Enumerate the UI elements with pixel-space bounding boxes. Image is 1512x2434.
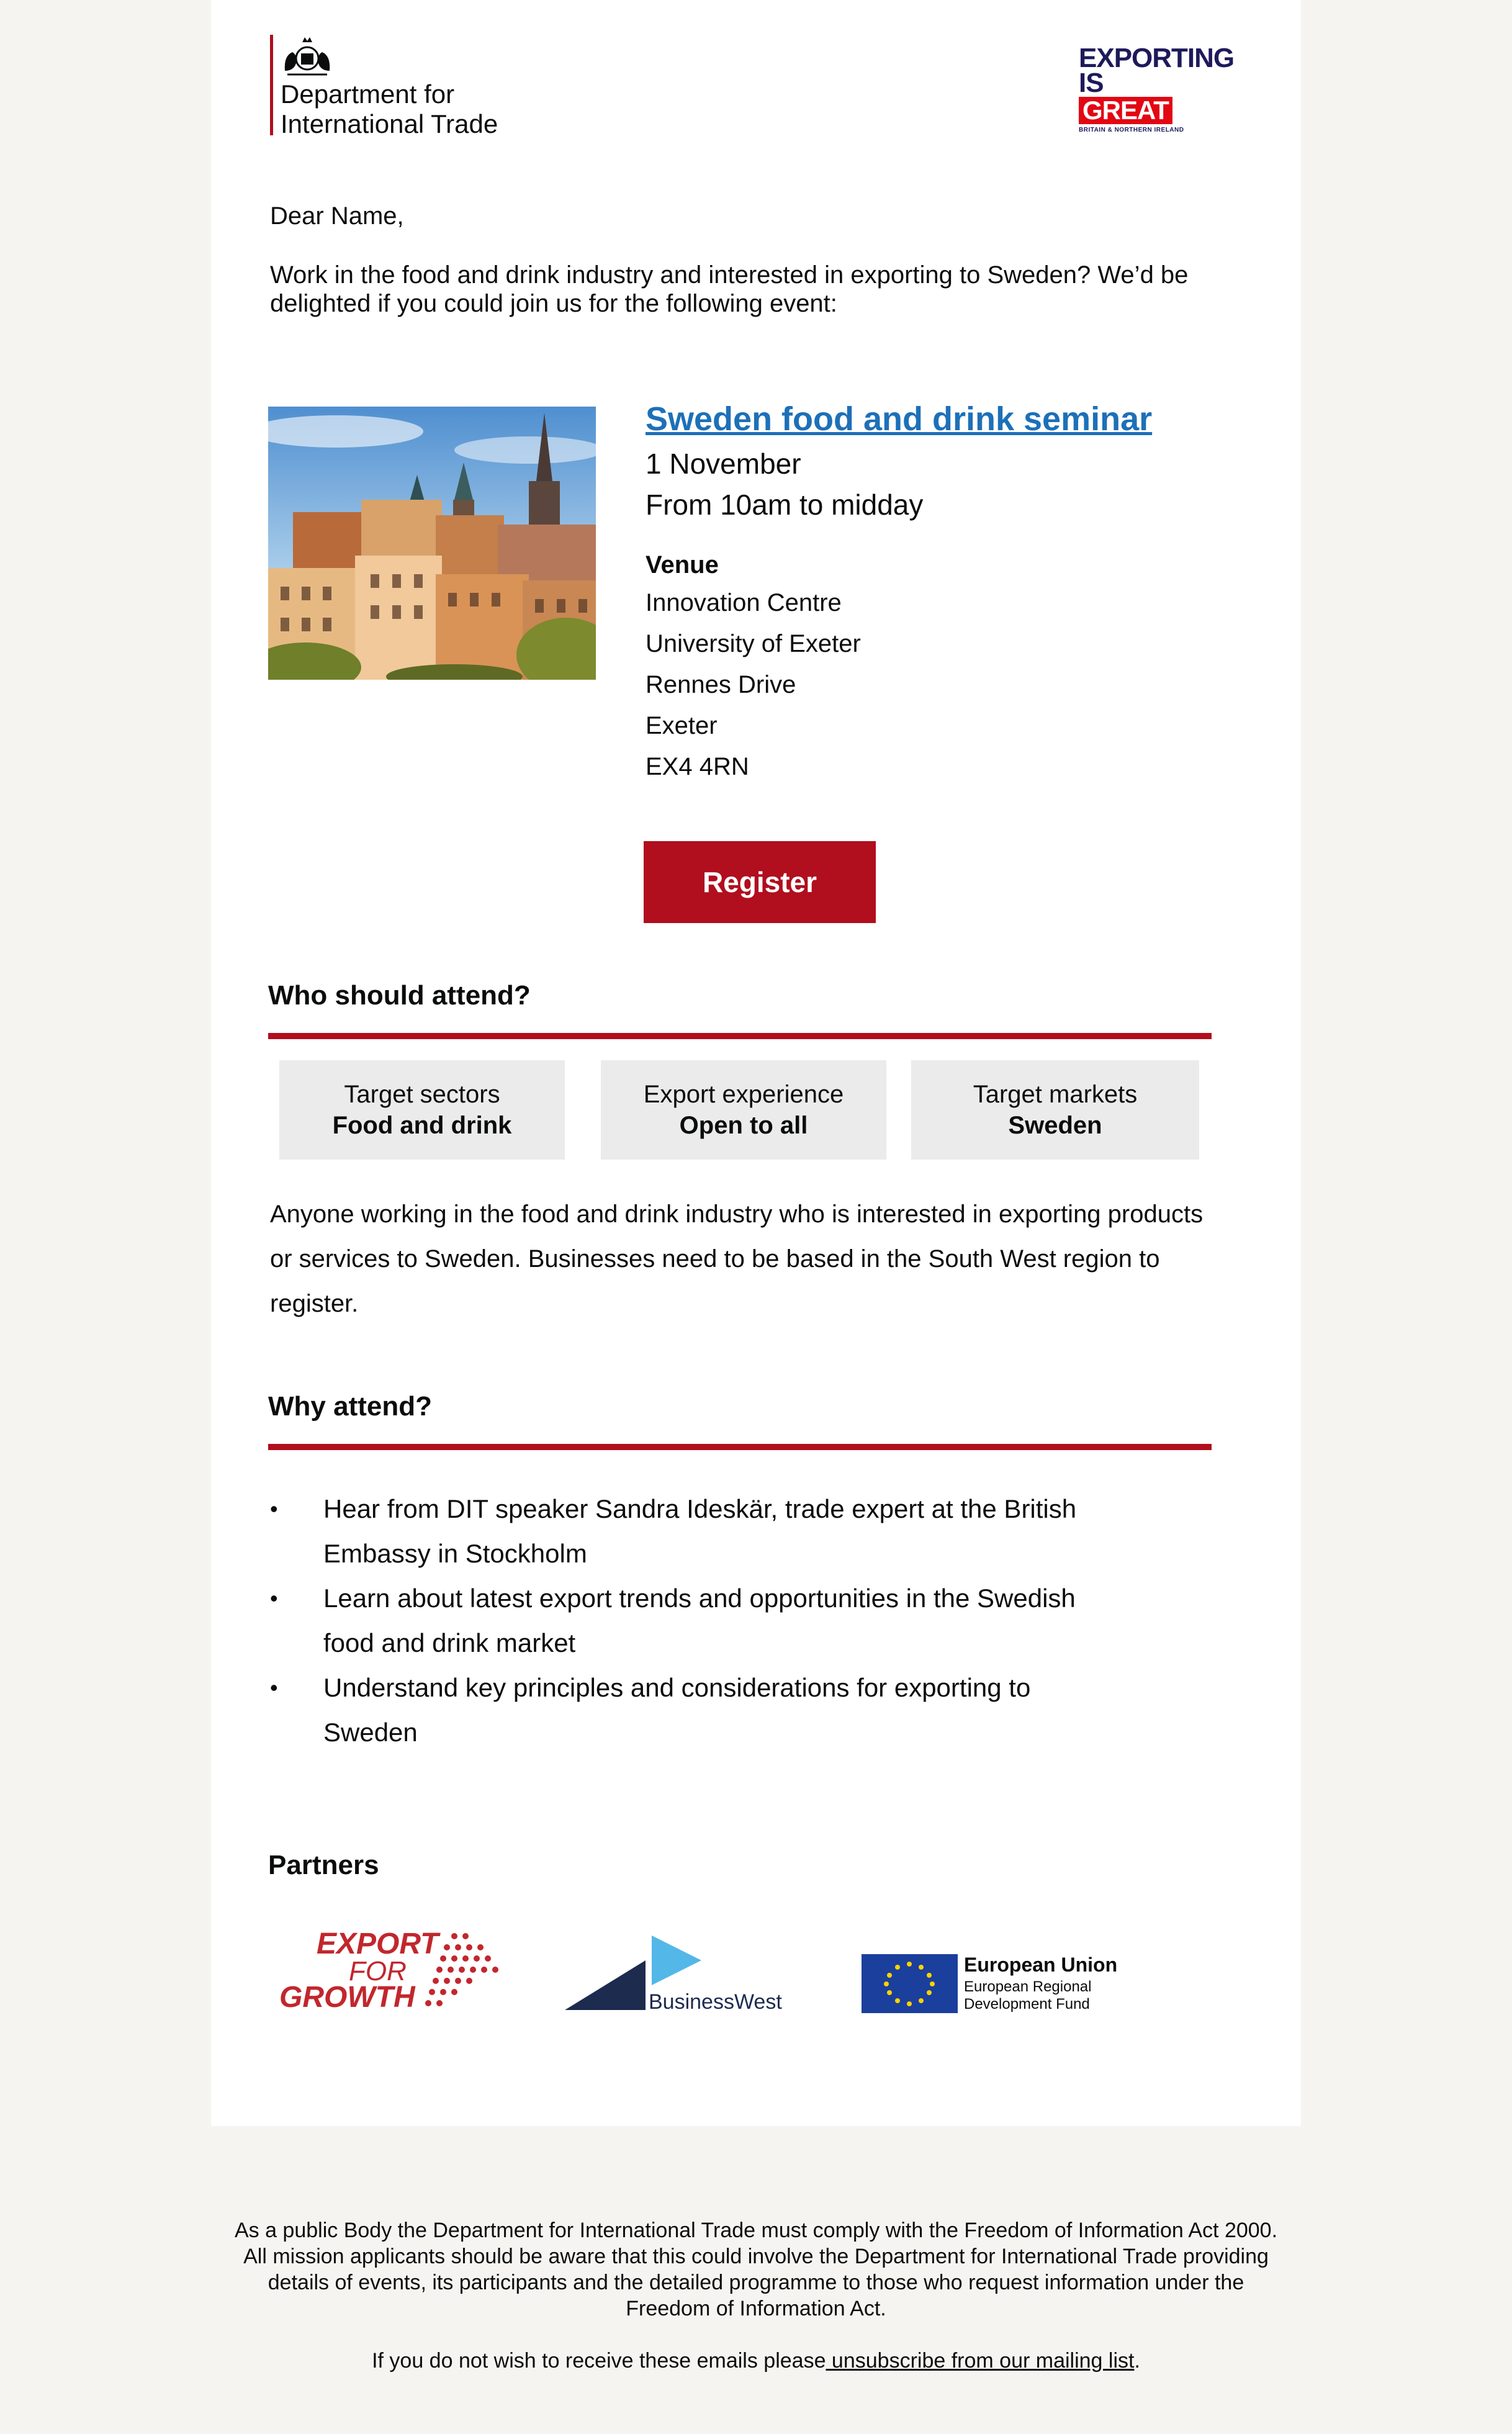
business-west-logo: BusinessWest <box>565 1936 782 2014</box>
bullet-icon: • <box>270 1675 278 1700</box>
dit-logo-line-1: Department for <box>281 79 455 109</box>
tag-label: Export experience <box>643 1081 844 1108</box>
eu-erdf-logo: European Union European Regional Develop… <box>862 1954 1117 2013</box>
dit-logo: Department for International Trade <box>270 31 531 143</box>
venue-line: Exeter <box>646 712 718 739</box>
event-image <box>268 407 596 680</box>
unsubscribe-prefix: If you do not wish to receive these emai… <box>372 2349 826 2373</box>
venue-line: University of Exeter <box>646 630 861 657</box>
list-item: • Hear from DIT speaker Sandra Ideskär, t… <box>270 1487 1077 1576</box>
exporting-is-great-logo: EXPORTING IS GREAT BRITAIN & NORTHERN IR… <box>1079 43 1240 145</box>
eu-line-1: European Union <box>964 1954 1117 1976</box>
unsubscribe-line: If you do not wish to receive these emai… <box>223 2348 1289 2374</box>
venue-line: Innovation Centre <box>646 589 842 616</box>
unsubscribe-link[interactable]: unsubscribe from our mailing list <box>826 2349 1135 2373</box>
event-time: From 10am to midday <box>646 489 924 521</box>
list-item-text: Learn about latest export trends and opp… <box>323 1584 1076 1657</box>
greeting: Dear Name, <box>270 202 404 230</box>
list-item-text: Understand key principles and considerat… <box>323 1673 1031 1747</box>
venue-line: Rennes Drive <box>646 671 796 698</box>
tag-label: Target sectors <box>344 1081 500 1108</box>
partners-heading: Partners <box>268 1850 379 1880</box>
venue-heading: Venue <box>646 551 719 579</box>
bullet-icon: • <box>270 1585 278 1611</box>
event-title-link[interactable]: Sweden food and drink seminar <box>646 397 1241 441</box>
tag-value: Open to all <box>679 1112 808 1139</box>
email-card: Department for International Trade EXPOR… <box>211 0 1301 2126</box>
tag-value: Sweden <box>1008 1112 1102 1139</box>
why-list: • Hear from DIT speaker Sandra Ideskär, t… <box>270 1487 1077 1755</box>
eig-great: GREAT <box>1079 97 1172 124</box>
dit-logo-text: Department for International Trade <box>281 79 498 139</box>
eig-line-1: EXPORTING <box>1079 43 1235 73</box>
tag-target-markets: Target markets Sweden <box>911 1060 1199 1160</box>
export-for-growth-logo: EXPORT FOR GROWTH <box>279 1927 498 2014</box>
eig-line-2: IS <box>1079 68 1104 98</box>
business-west-text: BusinessWest <box>649 1990 782 2014</box>
register-button[interactable]: Register <box>644 841 876 923</box>
eig-sub: BRITAIN & NORTHERN IRELAND <box>1079 127 1184 133</box>
tag-export-experience: Export experience Open to all <box>601 1060 886 1160</box>
tag-target-sectors: Target sectors Food and drink <box>279 1060 565 1160</box>
event-details: Sweden food and drink seminar 1 November… <box>646 397 1241 787</box>
bullet-icon: • <box>270 1496 278 1521</box>
dit-logo-bar <box>270 35 273 135</box>
list-item: • Learn about latest export trends and op… <box>270 1576 1077 1665</box>
efg-line-3: GROWTH <box>279 1981 416 2014</box>
intro-text: Work in the food and drink industry and … <box>270 261 1189 317</box>
list-item: • Understand key principles and considera… <box>270 1665 1077 1755</box>
event-date: 1 November <box>646 448 801 480</box>
why-divider <box>268 1444 1212 1450</box>
venue-line: EX4 4RN <box>646 753 749 780</box>
why-heading: Why attend? <box>268 1391 432 1422</box>
list-item-text: Hear from DIT speaker Sandra Ideskär, tr… <box>323 1494 1077 1568</box>
eu-line-2: European Regional <box>964 1978 1092 1995</box>
eu-line-3: Development Fund <box>964 1996 1090 2013</box>
unsubscribe-suffix: . <box>1134 2349 1140 2373</box>
dit-logo-line-2: International Trade <box>281 109 498 138</box>
who-divider <box>268 1033 1212 1039</box>
who-description: Anyone working in the food and drink ind… <box>270 1201 1204 1317</box>
foi-notice: As a public Body the Department for Inte… <box>234 2219 1278 2320</box>
tag-value: Food and drink <box>332 1112 512 1139</box>
royal-crest-icon <box>284 37 330 76</box>
who-heading: Who should attend? <box>268 980 531 1011</box>
tag-label: Target markets <box>973 1081 1138 1108</box>
